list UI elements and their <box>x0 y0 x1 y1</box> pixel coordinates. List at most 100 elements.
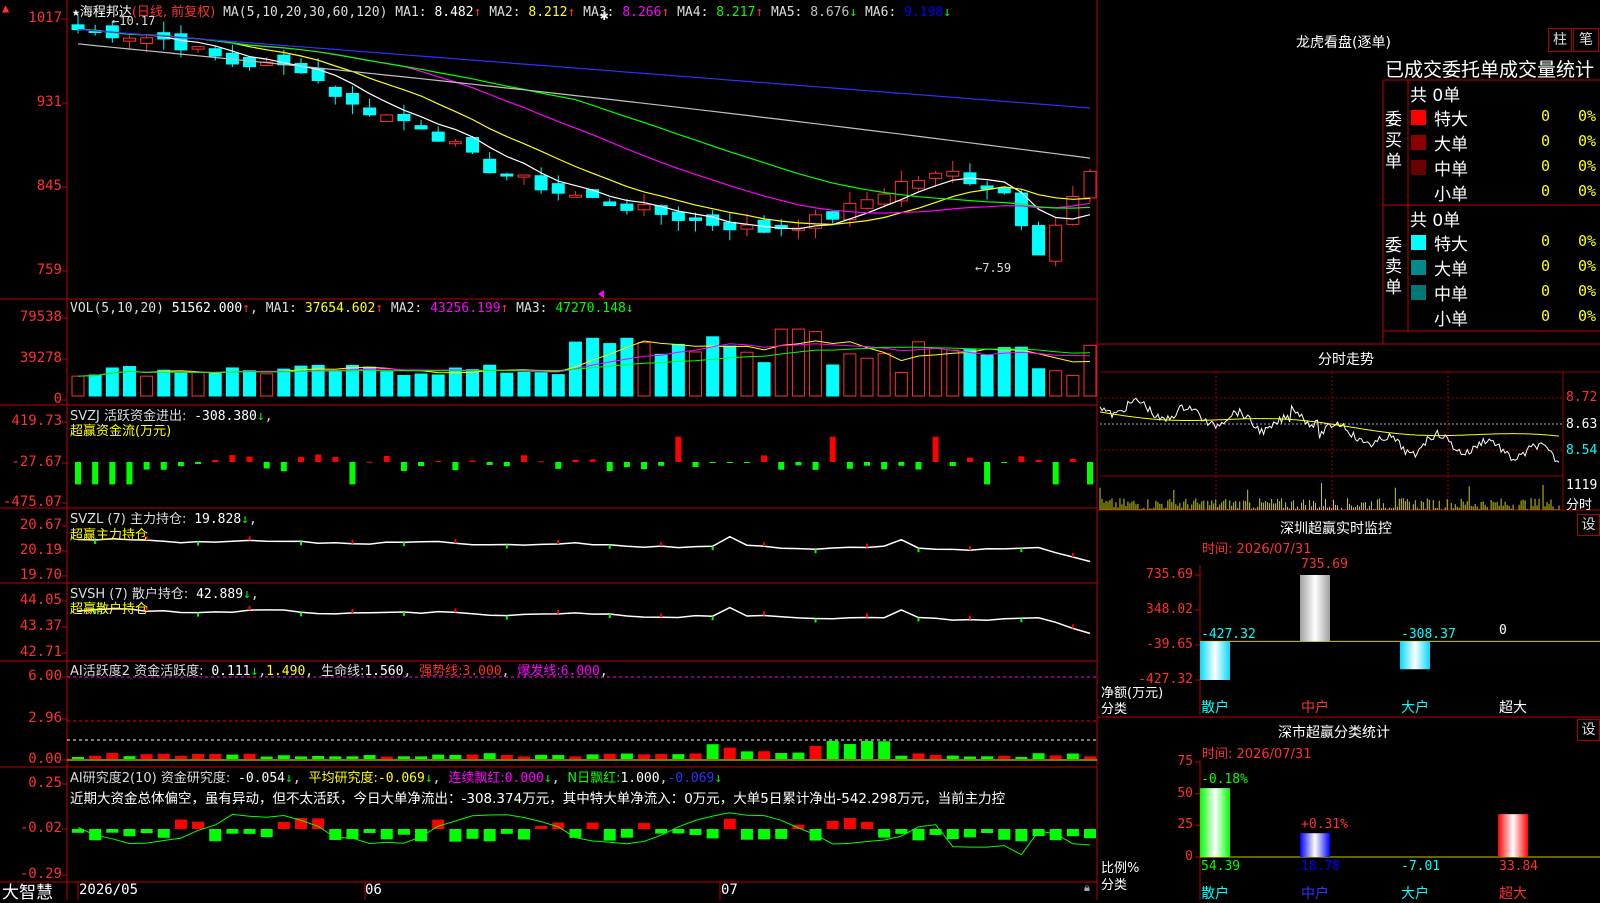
ai-active-bar-29 <box>569 756 582 759</box>
svzj-bar-44 <box>829 436 836 462</box>
svzj-bar-29 <box>572 459 579 462</box>
ai-research-bar-4 <box>140 829 153 834</box>
candle-22 <box>448 141 462 145</box>
candle-38 <box>723 221 737 231</box>
sell-row-count-1: 0 <box>1541 257 1551 275</box>
ai-research-bar-3 <box>123 829 136 837</box>
ai-active-bar-4 <box>140 754 153 759</box>
ai-research-bar-54 <box>998 829 1011 840</box>
volume-bar-7 <box>191 371 205 397</box>
svzj-axis-label-1: -27.67 <box>11 454 62 470</box>
ai-active-bar-0 <box>72 756 84 759</box>
candles <box>71 13 1097 267</box>
ai-research-bar-1 <box>89 829 102 841</box>
time-axis-label-2: 07 <box>721 882 738 898</box>
candle-35 <box>671 211 685 221</box>
sell-row-count-3: 0 <box>1541 307 1551 325</box>
ai-research-bar-47 <box>878 829 891 838</box>
volume-bar-1 <box>88 374 102 397</box>
buy-row-swatch-2 <box>1411 160 1426 175</box>
classify-category-1: 中户 <box>1301 886 1329 902</box>
ai-research-bar-57 <box>1049 829 1062 841</box>
ai-active-bar-40 <box>758 751 771 759</box>
ai-active-bar-42 <box>792 752 805 759</box>
volume-bar-42 <box>791 328 805 397</box>
ai-research-bar-40 <box>758 829 771 840</box>
air-axis-label-0: 0.25 <box>28 775 62 791</box>
svzj-bar-54 <box>1001 462 1008 463</box>
svzj-bar-25 <box>503 462 510 467</box>
chart-canvas[interactable]: ✱ <box>0 0 1600 900</box>
volume-bar-31 <box>603 343 617 397</box>
volume-bar-34 <box>654 353 668 397</box>
classify-settings-button[interactable]: 设 <box>1577 719 1600 741</box>
aia-axis-label-2: 0.00 <box>28 751 62 767</box>
classify-category-2: 大户 <box>1401 886 1429 902</box>
volume-bar-19 <box>397 374 411 397</box>
monitor-category-1: 中户 <box>1301 700 1329 716</box>
volume-bar-56 <box>1032 368 1046 397</box>
buy-row-pct-1: 0% <box>1578 132 1597 150</box>
monitor-bar-0 <box>1200 641 1230 680</box>
candle-28 <box>551 183 565 194</box>
intraday-axis-0: 8.72 <box>1566 390 1598 405</box>
volume-bars <box>71 328 1097 397</box>
svzj-bar-28 <box>555 462 562 469</box>
svzl-line <box>77 535 1091 563</box>
candle-32 <box>620 203 634 211</box>
candle-19 <box>397 113 411 122</box>
ai-research-bar-59 <box>1084 829 1096 839</box>
ai-research-bar-24 <box>483 829 496 842</box>
sell-row-name-2: 中单 <box>1434 285 1468 305</box>
cursor-marker-icon <box>598 290 604 298</box>
monitor-value-label-1: 735.69 <box>1301 557 1348 572</box>
ai-research-bar-27 <box>535 825 548 829</box>
volume-bar-28 <box>551 374 565 397</box>
ai-active-bar-34 <box>655 753 668 759</box>
classify-value-label-0: 54.39 <box>1201 859 1241 874</box>
ai-research-bar-56 <box>1032 829 1045 837</box>
candle-7 <box>191 46 205 50</box>
svzj-bar-8 <box>212 459 219 462</box>
buy-row-count-2: 0 <box>1541 157 1551 175</box>
aia-axis-label-0: 6.00 <box>28 668 62 684</box>
svzl-axis-label-0: 20.67 <box>19 517 62 533</box>
volume-bar-36 <box>688 351 702 397</box>
ai-active-bar-49 <box>912 753 925 759</box>
favorite-star-icon[interactable]: ★ <box>72 5 80 20</box>
svzj-bar-14 <box>315 454 322 462</box>
svzj-bar-9 <box>229 455 236 462</box>
svzj-bar-34 <box>658 462 665 466</box>
volume-bar-8 <box>208 373 222 397</box>
ai-research-bar-37 <box>706 829 719 839</box>
monitor-settings-button[interactable]: 设 <box>1577 514 1600 536</box>
ai-active-bar-10 <box>243 753 256 759</box>
ai-active-bar-47 <box>878 741 891 759</box>
ai-research-bar-39 <box>740 829 753 840</box>
ai-research-bar-30 <box>586 822 599 829</box>
ai-research-bar-53 <box>981 829 994 833</box>
volume-bar-23 <box>466 369 480 397</box>
ai-research-header: AI研究度2(10) 资金研究度: -0.054↓, 平均研究度:-0.069↓… <box>70 771 723 786</box>
sell-row-swatch-1 <box>1411 260 1426 275</box>
lock-icon[interactable]: 🔒︎ <box>1084 881 1090 895</box>
line-mode-button[interactable]: 笔 <box>1573 28 1599 52</box>
ai-research-bar-36 <box>689 829 702 835</box>
monitor-time: 时间: 2026/07/31 <box>1202 542 1312 557</box>
candle-20 <box>414 125 428 130</box>
buy-row-count-1: 0 <box>1541 132 1551 150</box>
candle-18 <box>380 114 394 122</box>
candle-36 <box>688 217 702 221</box>
volume-bar-44 <box>826 364 840 397</box>
bar-mode-button[interactable]: 柱 <box>1548 28 1572 52</box>
sell-row-pct-2: 0% <box>1578 282 1597 300</box>
ai-active-bar-50 <box>929 754 942 759</box>
monitor-axis-label-0: 735.69 <box>1146 567 1193 582</box>
monitor-axis-label-1: 348.02 <box>1146 602 1193 617</box>
svzj-bar-43 <box>812 462 819 470</box>
candle-44 <box>826 211 840 220</box>
ai-research-bar-9 <box>226 829 239 834</box>
svzj-bar-47 <box>881 462 888 470</box>
candle-49 <box>911 180 925 189</box>
classify-value-label-2: -7.01 <box>1401 859 1441 874</box>
